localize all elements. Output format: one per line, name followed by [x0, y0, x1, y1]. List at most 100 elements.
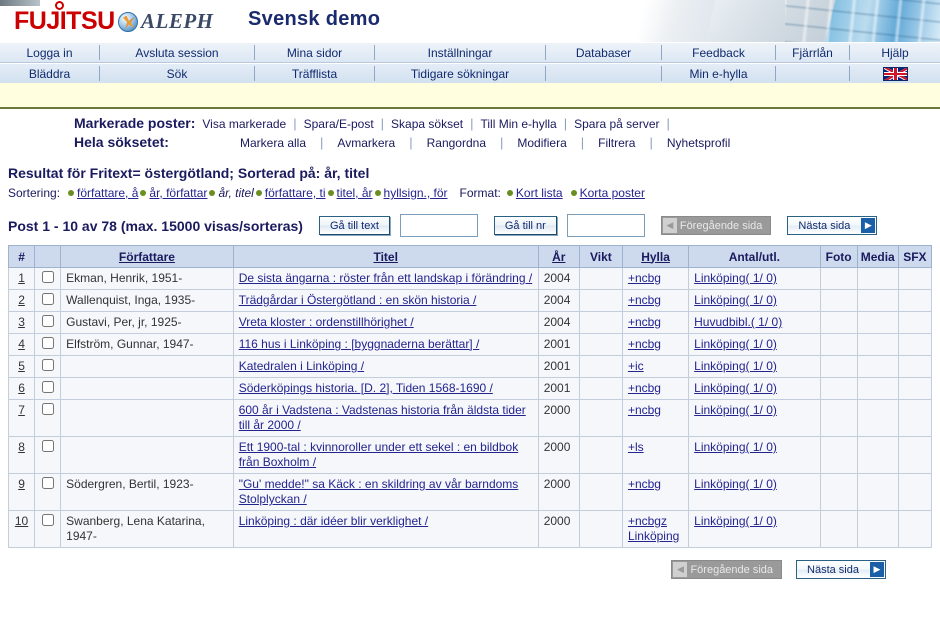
row-checkbox[interactable] [41, 293, 54, 305]
nav-mina-sidor[interactable]: Mina sidor [255, 43, 374, 62]
row-holdings-link[interactable]: Huvudbibl.( 1/ 0) [694, 315, 782, 329]
row-checkbox[interactable] [41, 477, 54, 489]
nav-hjalp[interactable]: Hjälp [850, 43, 940, 62]
row-holdings-link[interactable]: Linköping( 1/ 0) [694, 381, 777, 395]
nav-min-e-hylla[interactable]: Min e-hylla [662, 64, 775, 83]
row-checkbox[interactable] [41, 381, 54, 393]
row-title-link[interactable]: Söderköpings historia. [D. 2], Tiden 156… [239, 381, 493, 395]
row-title-link[interactable]: Katedralen i Linköping / [239, 359, 364, 373]
page-banner: FUJITSU ALEPH Svensk demo [0, 0, 940, 42]
row-title-link[interactable]: Linköping : där idéer blir verklighet / [239, 514, 428, 528]
row-shelf-link[interactable]: +ls [628, 440, 644, 454]
row-shelf-link-2[interactable]: Linköping [628, 529, 679, 543]
row-shelf-link[interactable]: +ncbgz [628, 514, 667, 528]
action-rangordna[interactable]: Rangordna [413, 136, 500, 150]
row-checkbox[interactable] [41, 315, 54, 327]
goto-text-input[interactable] [399, 214, 478, 237]
nav-feedback[interactable]: Feedback [662, 43, 775, 62]
row-checkbox[interactable] [41, 271, 54, 283]
row-number-link[interactable]: 10 [15, 514, 28, 528]
nav-databaser[interactable]: Databaser [546, 43, 661, 62]
row-year: 2001 [537, 333, 580, 356]
header-titel[interactable]: Titel [232, 245, 539, 268]
row-checkbox[interactable] [41, 514, 54, 526]
row-title-link[interactable]: De sista ängarna : röster från ett lands… [239, 271, 533, 285]
row-checkbox[interactable] [41, 403, 54, 415]
action-skapa-sokset[interactable]: Skapa sökset [384, 117, 470, 131]
row-title-link[interactable]: "Gu' medde!" sa Käck : en skildring av v… [239, 477, 519, 506]
nav-trafflista[interactable]: Träfflista [255, 64, 374, 83]
row-number-link[interactable]: 2 [18, 293, 25, 307]
row-shelf-link[interactable]: +ncbg [628, 337, 661, 351]
nav-blaeddra[interactable]: Bläddra [0, 64, 99, 83]
row-shelf-link[interactable]: +ncbg [628, 293, 661, 307]
next-page-button-top[interactable]: Nästa sida ▶ [787, 216, 878, 235]
row-shelf-link[interactable]: +ncbg [628, 477, 661, 491]
action-spara-epost[interactable]: Spara/E-post [297, 117, 381, 131]
row-number-link[interactable]: 7 [18, 403, 25, 417]
nav-logga-in[interactable]: Logga in [0, 43, 99, 62]
row-number-link[interactable]: 3 [18, 315, 25, 329]
sort-option-titel-ar[interactable]: titel, år [337, 186, 373, 200]
row-number-link[interactable]: 4 [18, 337, 25, 351]
header-hylla[interactable]: Hylla [621, 245, 690, 268]
sort-option-ar-forfattare[interactable]: år, författar [149, 186, 207, 200]
header-forfattare[interactable]: Författare [60, 245, 234, 268]
row-holdings-link[interactable]: Linköping( 1/ 0) [694, 440, 777, 454]
row-shelf-link[interactable]: +ncbg [628, 381, 661, 395]
action-visa-markerade[interactable]: Visa markerade [195, 117, 293, 131]
format-option-korta-poster[interactable]: Korta poster [580, 186, 645, 200]
header-ar[interactable]: År [537, 245, 580, 268]
nav-installningar[interactable]: Inställningar [375, 43, 545, 62]
row-holdings-link[interactable]: Linköping( 1/ 0) [694, 514, 777, 528]
row-shelf-link[interactable]: +ncbg [628, 403, 661, 417]
row-holdings-link[interactable]: Linköping( 1/ 0) [694, 403, 777, 417]
goto-text-button[interactable]: Gå till text [318, 216, 390, 235]
sort-option-hyllsign-for[interactable]: hyllsign., för [384, 186, 448, 200]
uk-flag-icon[interactable] [882, 66, 908, 81]
row-shelf-link[interactable]: +ncbg [628, 271, 661, 285]
row-holdings-link[interactable]: Linköping( 1/ 0) [694, 359, 777, 373]
nav-avsluta-session[interactable]: Avsluta session [100, 43, 254, 62]
row-number-link[interactable]: 6 [18, 381, 25, 395]
row-number-link[interactable]: 5 [18, 359, 25, 373]
row-title-link[interactable]: Ett 1900-tal : kvinnoroller under ett se… [239, 440, 519, 469]
row-checkbox[interactable] [41, 337, 54, 349]
action-modifiera[interactable]: Modifiera [503, 136, 580, 150]
action-filtrera[interactable]: Filtrera [584, 136, 649, 150]
row-number-link[interactable]: 1 [18, 271, 25, 285]
row-title-link[interactable]: 600 år i Vadstena : Vadstenas historia f… [239, 403, 526, 432]
row-holdings-link[interactable]: Linköping( 1/ 0) [694, 477, 777, 491]
header-hylla-link[interactable]: Hylla [641, 250, 670, 264]
goto-nr-input[interactable] [566, 214, 645, 237]
nav-fjarrlan[interactable]: Fjärrlån [776, 43, 849, 62]
row-holdings-link[interactable]: Linköping( 1/ 0) [694, 271, 777, 285]
action-till-min-e-hylla[interactable]: Till Min e-hylla [473, 117, 563, 131]
sort-option-forfattare-ti[interactable]: författare, ti [265, 186, 326, 200]
row-number-link[interactable]: 9 [18, 477, 25, 491]
action-avmarkera[interactable]: Avmarkera [323, 136, 409, 150]
action-nyhetsprofil[interactable]: Nyhetsprofil [653, 136, 744, 150]
row-holdings-link[interactable]: Linköping( 1/ 0) [694, 337, 777, 351]
header-ar-link[interactable]: År [552, 250, 565, 264]
row-title-link[interactable]: Trädgårdar i Östergötland : en skön hist… [239, 293, 477, 307]
header-titel-link[interactable]: Titel [373, 250, 397, 264]
action-spara-pa-server[interactable]: Spara på server [567, 117, 666, 131]
row-checkbox[interactable] [41, 359, 54, 371]
row-holdings-link[interactable]: Linköping( 1/ 0) [694, 293, 777, 307]
row-checkbox[interactable] [41, 440, 54, 452]
goto-nr-button[interactable]: Gå till nr [493, 216, 557, 235]
row-title-link[interactable]: Vreta kloster : ordenstillhörighet / [239, 315, 414, 329]
sort-option-forfattare-a[interactable]: författare, å [77, 186, 138, 200]
nav-tidigare-sokningar[interactable]: Tidigare sökningar [375, 64, 545, 83]
row-shelf-link[interactable]: +ncbg [628, 315, 661, 329]
language-flag-button[interactable] [850, 64, 940, 83]
action-markera-alla[interactable]: Markera alla [226, 136, 320, 150]
row-number-link[interactable]: 8 [18, 440, 25, 454]
nav-sok[interactable]: Sök [100, 64, 254, 83]
next-page-button-bottom[interactable]: Nästa sida ▶ [796, 560, 886, 579]
row-title-link[interactable]: 116 hus i Linköping : [byggnaderna berät… [239, 337, 480, 351]
format-option-kort-lista[interactable]: Kort lista [516, 186, 563, 200]
row-shelf-link[interactable]: +ic [628, 359, 644, 373]
header-forfattare-link[interactable]: Författare [119, 250, 175, 264]
